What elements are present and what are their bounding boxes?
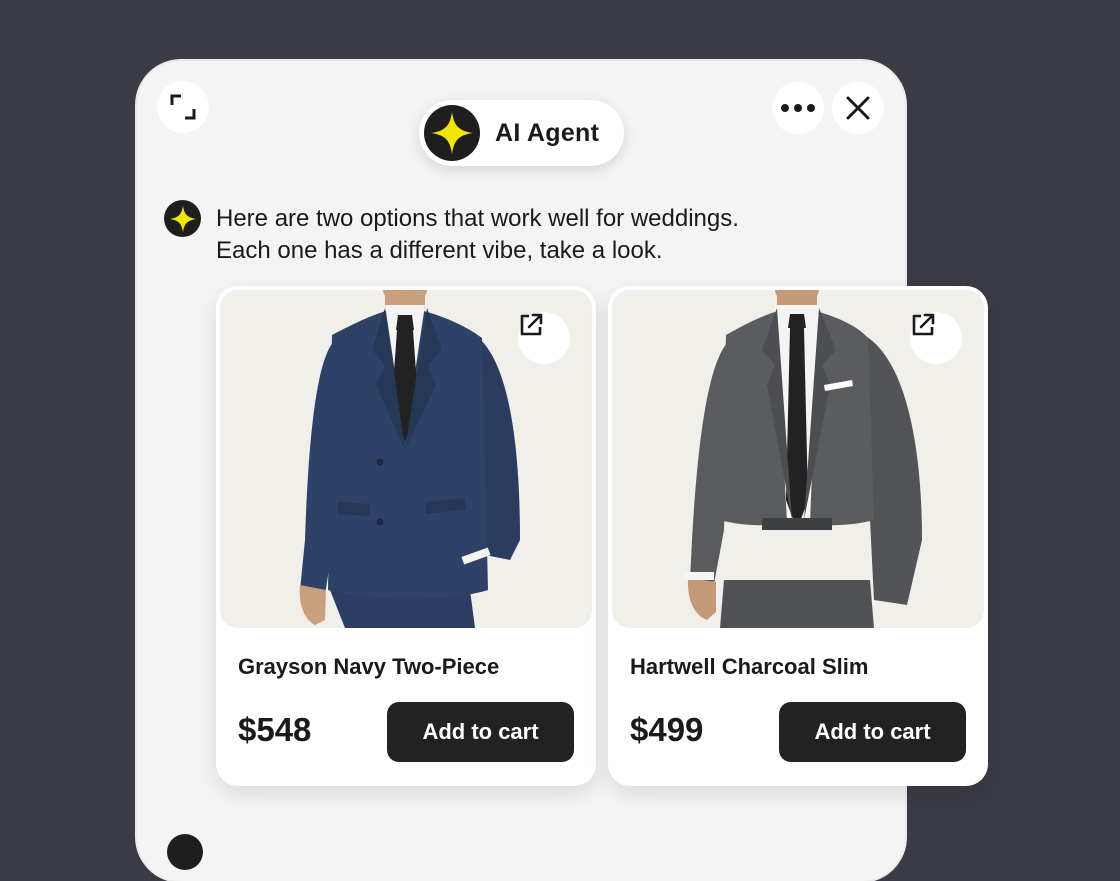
agent-title: AI Agent	[495, 118, 600, 147]
product-name: Grayson Navy Two-Piece	[238, 654, 500, 679]
message-line: Here are two options that work well for …	[216, 205, 739, 232]
agent-avatar	[164, 200, 201, 237]
more-options-button[interactable]	[772, 82, 824, 134]
close-button[interactable]	[832, 82, 884, 134]
sparkle-icon	[431, 112, 473, 154]
product-name: Hartwell Charcoal Slim	[630, 654, 869, 679]
external-link-icon	[912, 313, 935, 336]
message-line: Each one has a different vibe, take a lo…	[216, 237, 663, 264]
add-to-cart-button[interactable]: Add to cart	[387, 702, 574, 762]
sparkle-icon	[169, 205, 196, 232]
open-product-button[interactable]	[518, 312, 570, 364]
product-image	[220, 290, 592, 628]
product-image	[612, 290, 984, 628]
product-price: $548	[238, 711, 312, 748]
product-card[interactable]: Hartwell Charcoal Slim $499 Add to cart	[608, 286, 988, 786]
close-icon	[846, 96, 870, 120]
open-product-button[interactable]	[910, 312, 962, 364]
more-horizontal-icon	[781, 104, 815, 112]
add-to-cart-button[interactable]: Add to cart	[779, 702, 966, 762]
next-message-avatar	[167, 834, 203, 870]
product-price: $499	[630, 711, 704, 748]
agent-message: Here are two options that work well for …	[216, 203, 876, 267]
expand-button[interactable]	[157, 81, 209, 133]
agent-header: AI Agent	[419, 100, 624, 166]
expand-icon	[170, 94, 196, 120]
product-card[interactable]: Grayson Navy Two-Piece $548 Add to cart	[216, 286, 596, 786]
external-link-icon	[520, 313, 543, 336]
agent-logo	[424, 105, 480, 161]
